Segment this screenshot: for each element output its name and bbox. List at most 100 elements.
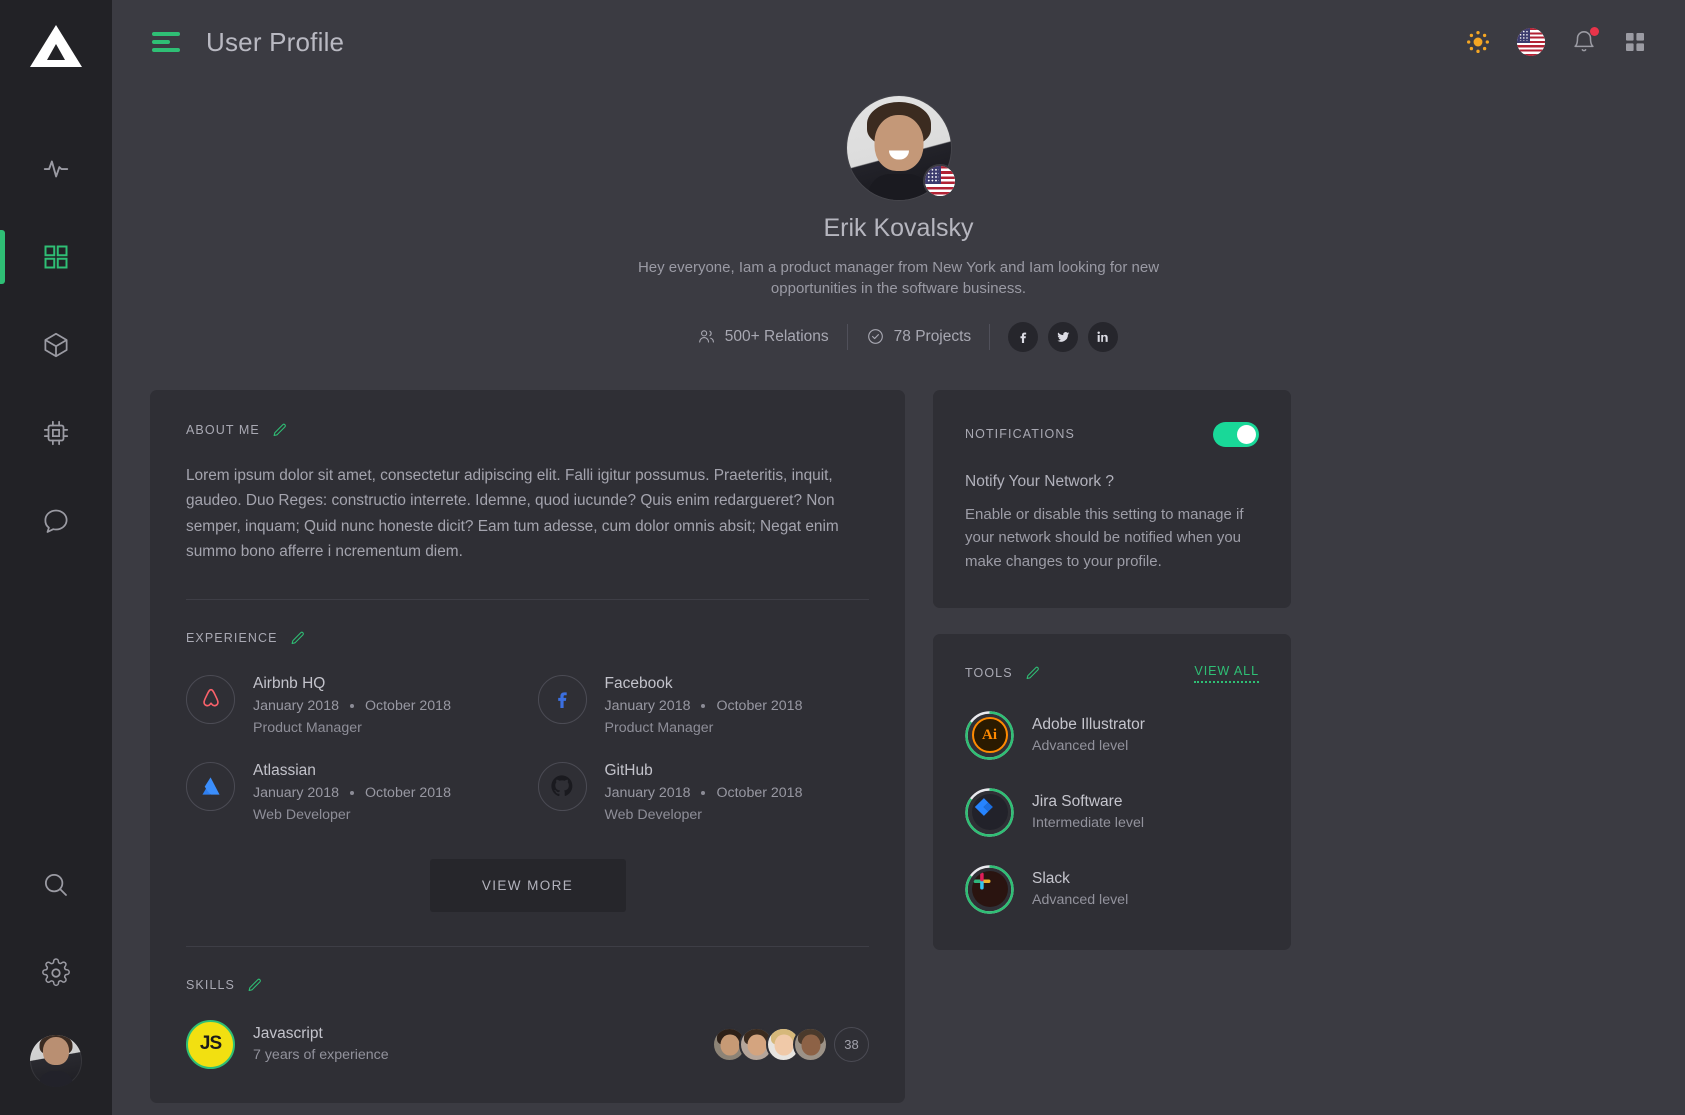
experience-item-body: Facebook January 2018 October 2018 Produ… [605,675,803,736]
social-links [990,321,1119,352]
content-grid: ABOUT ME Lorem ipsum dolor sit amet, con… [112,352,1685,1103]
experience-role: Product Manager [604,719,714,736]
toggle-knob [1237,424,1256,444]
tool-name: Jira Software [1032,793,1123,811]
notifications-question: Notify Your Network ? [965,472,1115,490]
experience-item-body: Airbnb HQ January 2018 October 2018 Prod… [253,675,451,736]
sidebar-item-search[interactable] [0,841,112,929]
tool-meta: Slack Advanced level [1032,870,1128,908]
twitter-icon [1057,331,1070,342]
twitter-link[interactable] [1048,321,1079,352]
theme-toggle-button[interactable] [1465,29,1491,55]
experience-company: Facebook [604,674,673,692]
experience-start: January 2018 [253,697,339,714]
tool-meta: Adobe Illustrator Advanced level [1032,716,1145,754]
skill-experience: 7 years of experience [253,1047,389,1064]
github-icon [537,761,587,811]
left-column: ABOUT ME Lorem ipsum dolor sit amet, con… [150,389,905,1103]
experience-start: January 2018 [253,784,339,801]
view-more-wrapper: VIEW MORE [186,858,869,912]
avatar-body [867,174,930,200]
profile-details-card: ABOUT ME Lorem ipsum dolor sit amet, con… [150,389,905,1103]
brand-logo[interactable] [28,22,84,75]
grid-apps-icon [1626,33,1644,51]
tools-header: TOOLS VIEW ALL [965,664,1259,683]
tool-item[interactable]: Slack Advanced level [965,864,1259,914]
experience-role: Web Developer [604,806,703,823]
notifications-title: NOTIFICATIONS [965,427,1075,442]
experience-item[interactable]: Atlassian January 2018 October 2018 Web … [186,761,518,823]
sidebar-item-packages[interactable] [0,301,112,389]
profile-avatar-wrapper [846,96,957,200]
header-actions [1465,27,1647,56]
tool-item[interactable]: Ai Adobe Illustrator Advanced level [965,710,1259,760]
stat-relations-label: 500+ Relations [724,327,829,345]
experience-dates: January 2018 October 2018 [253,698,451,714]
experience-list: Airbnb HQ January 2018 October 2018 Prod… [186,674,870,823]
jira-icon [971,794,1008,831]
experience-item-body: Atlassian January 2018 October 2018 Web … [253,762,451,823]
view-all-link[interactable]: VIEW ALL [1194,664,1259,683]
sidebar-item-hardware[interactable] [0,389,112,477]
dot-separator [349,703,354,708]
tool-item[interactable]: Jira Software Intermediate level [965,787,1259,837]
language-selector-button[interactable] [1517,28,1545,56]
skill-name: Javascript [253,1025,323,1043]
javascript-icon: JS [186,1019,235,1069]
view-more-button[interactable]: VIEW MORE [429,858,626,912]
profile-header: Erik Kovalsky Hey everyone, Iam a produc… [112,84,1685,352]
triangle-logo-icon [30,25,82,67]
cpu-chip-icon [43,420,69,446]
apps-grid-button[interactable] [1623,30,1647,54]
avatar-face [874,114,923,171]
avatar-face [43,1036,69,1065]
pencil-icon[interactable] [289,630,306,647]
tool-meta: Jira Software Intermediate level [1032,793,1144,831]
sidebar-user-avatar[interactable] [30,1035,82,1087]
skill-item[interactable]: JS Javascript 7 years of experience 38 [186,1019,869,1069]
profile-bio: Hey everyone, Iam a product manager from… [637,259,1160,298]
sidebar-item-settings[interactable] [0,929,112,1017]
facebook-link[interactable] [1008,321,1039,352]
skill-endorsers: 38 [712,1026,869,1062]
stat-relations: 500+ Relations [679,327,847,346]
notifications-toggle[interactable] [1213,421,1259,447]
experience-company: GitHub [604,761,653,779]
pencil-icon[interactable] [246,977,263,994]
main-area: User Profile Erik Kovalsky Hey everyone,… [112,0,1685,1115]
left-sidebar [0,0,112,1115]
notifications-button[interactable] [1571,27,1599,55]
experience-item[interactable]: GitHub January 2018 October 2018 Web Dev… [537,761,870,823]
experience-item[interactable]: Airbnb HQ January 2018 October 2018 Prod… [186,674,518,736]
check-circle-icon [867,329,883,344]
page-title: User Profile [206,26,345,57]
tools-title: TOOLS [965,666,1013,681]
pencil-icon[interactable] [1024,665,1041,682]
stat-projects: 78 Projects [848,327,990,346]
avatar-body [39,1071,73,1087]
notifications-description: Enable or disable this setting to manage… [965,505,1244,570]
skills-section-header: SKILLS [186,977,869,994]
endorser-avatar[interactable] [793,1026,828,1062]
sidebar-item-messages[interactable] [0,477,112,565]
tool-name: Adobe Illustrator [1032,716,1145,734]
skills-title: SKILLS [186,978,235,993]
about-title: ABOUT ME [186,423,260,438]
tool-progress-ring: Ai [965,710,1014,760]
linkedin-link[interactable] [1088,321,1119,352]
facebook-icon [1020,332,1027,343]
pencil-icon[interactable] [271,422,288,439]
sidebar-item-dashboard[interactable] [0,213,112,301]
usa-flag-icon [1517,28,1545,56]
right-column: NOTIFICATIONS Notify Your Network ? Enab… [933,389,1291,950]
hamburger-menu-icon[interactable] [152,32,180,52]
notifications-header: NOTIFICATIONS [965,421,1259,447]
sidebar-item-activity[interactable] [0,125,112,213]
dot-separator [701,703,706,708]
experience-item[interactable]: Facebook January 2018 October 2018 Produ… [537,674,870,736]
tool-level: Intermediate level [1032,815,1144,832]
experience-end: October 2018 [716,784,803,801]
facebook-icon [537,674,587,724]
endorser-count[interactable]: 38 [834,1026,869,1062]
activity-pulse-icon [43,160,69,178]
